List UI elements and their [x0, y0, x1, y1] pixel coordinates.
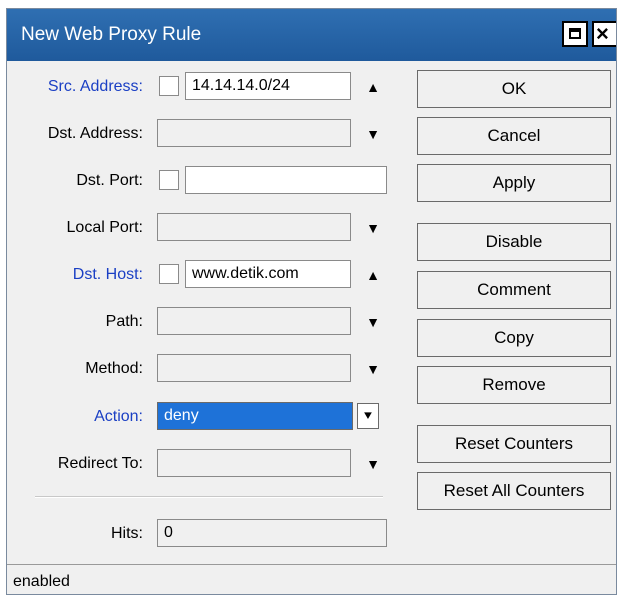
dst-host-field[interactable]: www.detik.com	[185, 260, 351, 288]
local-port-field[interactable]	[157, 213, 351, 241]
close-icon[interactable]: ×	[592, 21, 616, 47]
web-proxy-rule-window: New Web Proxy Rule × Src. Address: 14.14…	[6, 8, 617, 595]
dst-port-field[interactable]	[185, 166, 387, 194]
redirect-to-expand-icon[interactable]: ▼	[365, 457, 381, 471]
disable-button[interactable]: Disable	[417, 223, 611, 261]
src-address-label: Src. Address:	[47, 78, 143, 95]
dst-address-expand-icon[interactable]: ▼	[365, 127, 381, 141]
src-address-negate-checkbox[interactable]	[159, 76, 179, 96]
copy-button[interactable]: Copy	[417, 319, 611, 357]
ok-button[interactable]: OK	[417, 70, 611, 108]
method-label: Method:	[85, 360, 143, 377]
path-expand-icon[interactable]: ▼	[365, 315, 381, 329]
method-field[interactable]	[157, 354, 351, 382]
src-address-field[interactable]: 14.14.14.0/24	[185, 72, 351, 100]
redirect-to-field[interactable]	[157, 449, 351, 477]
dst-host-label: Dst. Host:	[72, 266, 143, 283]
apply-button[interactable]: Apply	[417, 164, 611, 202]
window-title: New Web Proxy Rule	[21, 24, 202, 45]
dst-port-label: Dst. Port:	[76, 172, 143, 189]
cancel-button[interactable]: Cancel	[417, 117, 611, 155]
local-port-expand-icon[interactable]: ▼	[365, 221, 381, 235]
action-select[interactable]: deny	[157, 402, 353, 430]
hits-label: Hits:	[111, 525, 143, 542]
action-label: Action:	[94, 408, 143, 425]
action-dropdown-icon[interactable]: ⯆	[357, 403, 379, 429]
dst-host-collapse-icon[interactable]: ▲	[365, 268, 381, 282]
reset-counters-button[interactable]: Reset Counters	[417, 425, 611, 463]
path-field[interactable]	[157, 307, 351, 335]
path-label: Path:	[105, 313, 143, 330]
status-text: enabled	[13, 573, 70, 590]
dst-address-label: Dst. Address:	[47, 125, 143, 142]
separator	[35, 496, 383, 498]
dst-address-field[interactable]	[157, 119, 351, 147]
title-bar[interactable]: New Web Proxy Rule ×	[7, 9, 616, 61]
dst-port-negate-checkbox[interactable]	[159, 170, 179, 190]
method-expand-icon[interactable]: ▼	[365, 362, 381, 376]
src-address-collapse-icon[interactable]: ▲	[365, 80, 381, 94]
remove-button[interactable]: Remove	[417, 366, 611, 404]
restore-icon[interactable]	[562, 21, 588, 47]
hits-value: 0	[157, 519, 387, 547]
redirect-to-label: Redirect To:	[57, 455, 143, 472]
reset-all-counters-button[interactable]: Reset All Counters	[417, 472, 611, 510]
status-bar: enabled	[7, 564, 616, 596]
dst-host-negate-checkbox[interactable]	[159, 264, 179, 284]
local-port-label: Local Port:	[66, 219, 143, 236]
comment-button[interactable]: Comment	[417, 271, 611, 309]
